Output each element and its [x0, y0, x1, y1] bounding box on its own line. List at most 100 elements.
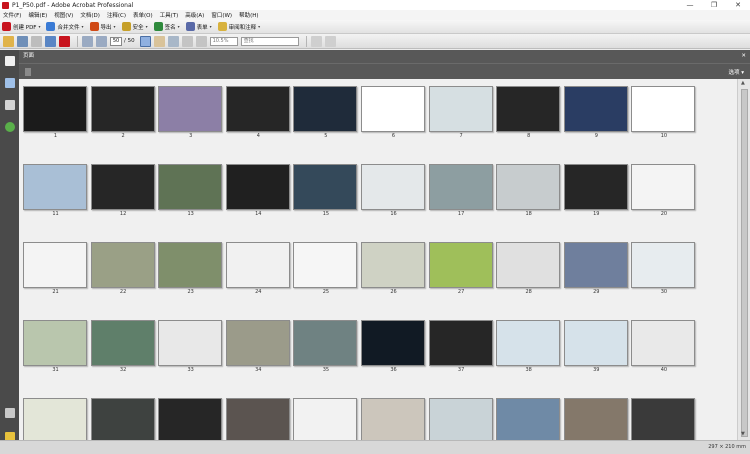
page-thumbnail[interactable]: [360, 392, 427, 440]
page-image[interactable]: [428, 86, 493, 132]
print-icon[interactable]: [17, 35, 28, 47]
page-thumbnail[interactable]: [563, 392, 630, 440]
page-thumbnail[interactable]: 16: [360, 158, 427, 217]
page-image[interactable]: [225, 164, 290, 210]
page-thumbnail[interactable]: [292, 392, 359, 440]
page-image[interactable]: [496, 164, 561, 210]
page-thumbnail[interactable]: 37: [428, 314, 495, 373]
page-thumbnail[interactable]: [90, 392, 157, 440]
page-thumbnail[interactable]: 22: [90, 236, 157, 295]
chevron-down-icon[interactable]: ▾: [146, 24, 148, 29]
page-image[interactable]: [428, 398, 493, 440]
menu-view[interactable]: 视图(V): [54, 11, 73, 19]
chevron-down-icon[interactable]: ▾: [258, 24, 260, 29]
page-image[interactable]: [631, 86, 696, 132]
page-image[interactable]: [158, 320, 223, 366]
page-thumbnail[interactable]: 4: [225, 80, 292, 139]
page-image[interactable]: [23, 320, 87, 366]
page-image[interactable]: [23, 242, 87, 288]
scroll-up-icon[interactable]: ▲: [741, 80, 745, 86]
page-image[interactable]: [496, 320, 561, 366]
page-image[interactable]: [90, 164, 155, 210]
page-image[interactable]: [90, 398, 155, 440]
vertical-scrollbar[interactable]: ▲ ▼: [737, 79, 750, 440]
next-page-icon[interactable]: [96, 35, 107, 47]
page-thumbnail[interactable]: 10: [630, 80, 697, 139]
page-image[interactable]: [225, 242, 290, 288]
chevron-down-icon[interactable]: ▾: [82, 24, 84, 29]
pdf-icon[interactable]: [59, 35, 70, 47]
options-menu-button[interactable]: 选项 ▾: [728, 68, 744, 76]
page-image[interactable]: [23, 164, 87, 210]
page-image[interactable]: [428, 242, 493, 288]
page-image[interactable]: [563, 320, 628, 366]
page-image[interactable]: [293, 398, 358, 440]
close-panel-button[interactable]: ✕: [741, 50, 746, 63]
page-thumbnail[interactable]: 29: [563, 236, 630, 295]
page-thumbnail[interactable]: 11: [22, 158, 89, 217]
page-image[interactable]: [158, 86, 223, 132]
menu-forms[interactable]: 表单(O): [133, 11, 153, 19]
page-thumbnail[interactable]: [495, 392, 562, 440]
page-thumbnail[interactable]: 14: [225, 158, 292, 217]
page-image[interactable]: [90, 86, 155, 132]
toolbar-button-merge-files[interactable]: 合并文件 ▾: [46, 22, 84, 31]
page-thumbnail[interactable]: 12: [90, 158, 157, 217]
page-thumbnail[interactable]: 30: [630, 236, 697, 295]
chevron-down-icon[interactable]: ▾: [210, 24, 212, 29]
page-thumbnail[interactable]: 15: [292, 158, 359, 217]
page-image[interactable]: [361, 242, 425, 288]
page-image[interactable]: [293, 242, 358, 288]
page-image[interactable]: [428, 320, 493, 366]
page-image[interactable]: [563, 242, 628, 288]
toolbar-button-pen[interactable]: 签名 ▾: [153, 22, 180, 31]
page-image[interactable]: [23, 86, 87, 132]
menu-tools[interactable]: 工具(T): [160, 11, 179, 19]
page-thumbnail[interactable]: 35: [292, 314, 359, 373]
save-icon[interactable]: [31, 35, 42, 47]
trash-icon[interactable]: [25, 68, 31, 76]
toolbar-button-review[interactable]: 审阅和注释 ▾: [217, 22, 260, 31]
page-thumbnail[interactable]: 19: [563, 158, 630, 217]
page-image[interactable]: [631, 242, 696, 288]
page-image[interactable]: [361, 86, 425, 132]
menu-file[interactable]: 文件(F): [3, 11, 21, 19]
page-image[interactable]: [158, 242, 223, 288]
page-thumbnail[interactable]: 23: [157, 236, 224, 295]
fit-page-icon[interactable]: [310, 35, 322, 47]
page-thumbnail[interactable]: 33: [157, 314, 224, 373]
page-thumbnail[interactable]: 39: [563, 314, 630, 373]
chevron-down-icon[interactable]: ▾: [114, 24, 116, 29]
toolbar-button-form[interactable]: 表单 ▾: [185, 22, 212, 31]
page-thumbnail[interactable]: [22, 392, 89, 440]
attachments-icon[interactable]: [5, 408, 15, 418]
page-thumbnail[interactable]: 18: [495, 158, 562, 217]
menu-comments[interactable]: 注释(C): [107, 11, 126, 19]
page-thumbnail[interactable]: 32: [90, 314, 157, 373]
page-image[interactable]: [631, 164, 696, 210]
page-thumbnail[interactable]: 31: [22, 314, 89, 373]
zoom-level-field[interactable]: 10.5%: [209, 36, 238, 46]
page-image[interactable]: [563, 398, 628, 440]
page-thumbnail[interactable]: 8: [495, 80, 562, 139]
page-thumbnail[interactable]: 20: [630, 158, 697, 217]
page-image[interactable]: [496, 398, 561, 440]
page-thumbnail[interactable]: 24: [225, 236, 292, 295]
select-tool-icon[interactable]: [139, 35, 151, 47]
find-input[interactable]: 查找: [240, 36, 299, 46]
page-image[interactable]: [23, 398, 87, 440]
chevron-down-icon[interactable]: ▾: [178, 24, 180, 29]
page-thumbnail[interactable]: 5: [292, 80, 359, 139]
close-window-button[interactable]: ✕: [726, 0, 750, 10]
page-thumbnail[interactable]: [428, 392, 495, 440]
pages-icon[interactable]: [5, 56, 15, 66]
toolbar-button-lock[interactable]: 安全 ▾: [121, 22, 148, 31]
fit-width-icon[interactable]: [324, 35, 336, 47]
page-image[interactable]: [293, 86, 358, 132]
page-image[interactable]: [631, 320, 696, 366]
page-image[interactable]: [361, 320, 425, 366]
page-thumbnail[interactable]: 3: [157, 80, 224, 139]
toolbar-button-export[interactable]: 导出 ▾: [89, 22, 116, 31]
hand-tool-icon[interactable]: [153, 35, 165, 47]
page-image[interactable]: [90, 320, 155, 366]
